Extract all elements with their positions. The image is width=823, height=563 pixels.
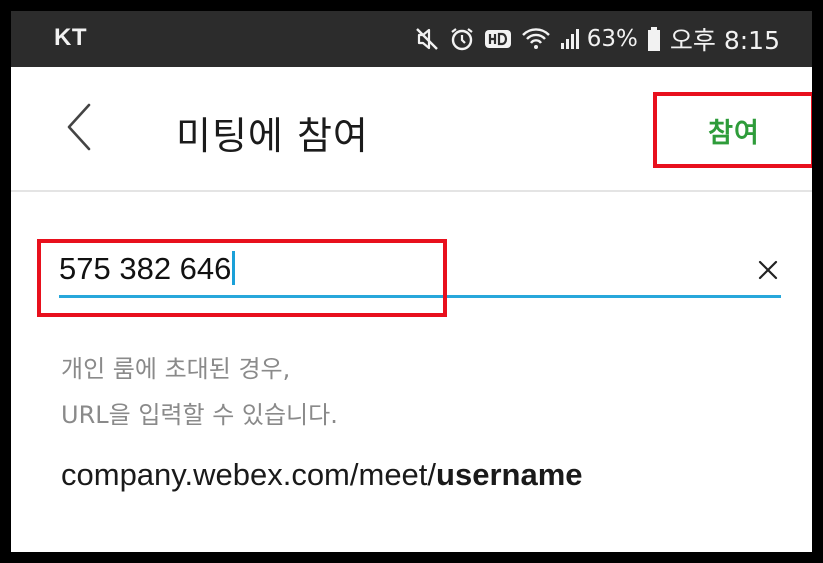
- alarm-icon: [449, 26, 475, 52]
- screenshot-frame: KT 63% 오후 8:15 미팅에 참여 참여 575 382 646 개인 …: [0, 0, 823, 563]
- signal-icon: [560, 27, 582, 51]
- url-example-prefix: company.webex.com/meet/: [61, 457, 437, 492]
- url-example: company.webex.com/meet/username: [61, 457, 583, 493]
- close-icon: [758, 260, 778, 280]
- app-bar: 미팅에 참여 참여: [11, 67, 812, 192]
- phone-screen: KT 63% 오후 8:15 미팅에 참여 참여 575 382 646 개인 …: [11, 11, 812, 552]
- join-button[interactable]: 참여: [653, 92, 812, 168]
- input-underline: [59, 295, 781, 298]
- meeting-number-input[interactable]: 575 382 646: [59, 251, 236, 287]
- join-button-label: 참여: [708, 117, 760, 149]
- carrier-label: KT: [54, 24, 87, 51]
- clock: 오후 8:15: [669, 26, 780, 55]
- page-title: 미팅에 참여: [176, 114, 369, 158]
- chevron-left-icon: [67, 103, 91, 151]
- hint-line-1: 개인 룸에 초대된 경우,: [61, 355, 291, 383]
- hd-icon: [484, 27, 512, 51]
- meeting-number-value: 575 382 646: [59, 251, 232, 286]
- mute-icon: [414, 26, 440, 52]
- url-example-username: username: [436, 457, 583, 492]
- clear-input-button[interactable]: [755, 257, 781, 283]
- wifi-icon: [521, 26, 551, 52]
- status-bar: KT 63% 오후 8:15: [11, 11, 812, 67]
- back-button[interactable]: [59, 97, 99, 157]
- battery-icon: [647, 26, 661, 52]
- battery-percent: 63%: [586, 26, 638, 52]
- hint-line-2: URL을 입력할 수 있습니다.: [61, 401, 338, 429]
- status-icons: 63% 오후 8:15: [414, 19, 780, 59]
- text-caret: [232, 251, 236, 285]
- meeting-number-field[interactable]: 575 382 646: [59, 241, 781, 301]
